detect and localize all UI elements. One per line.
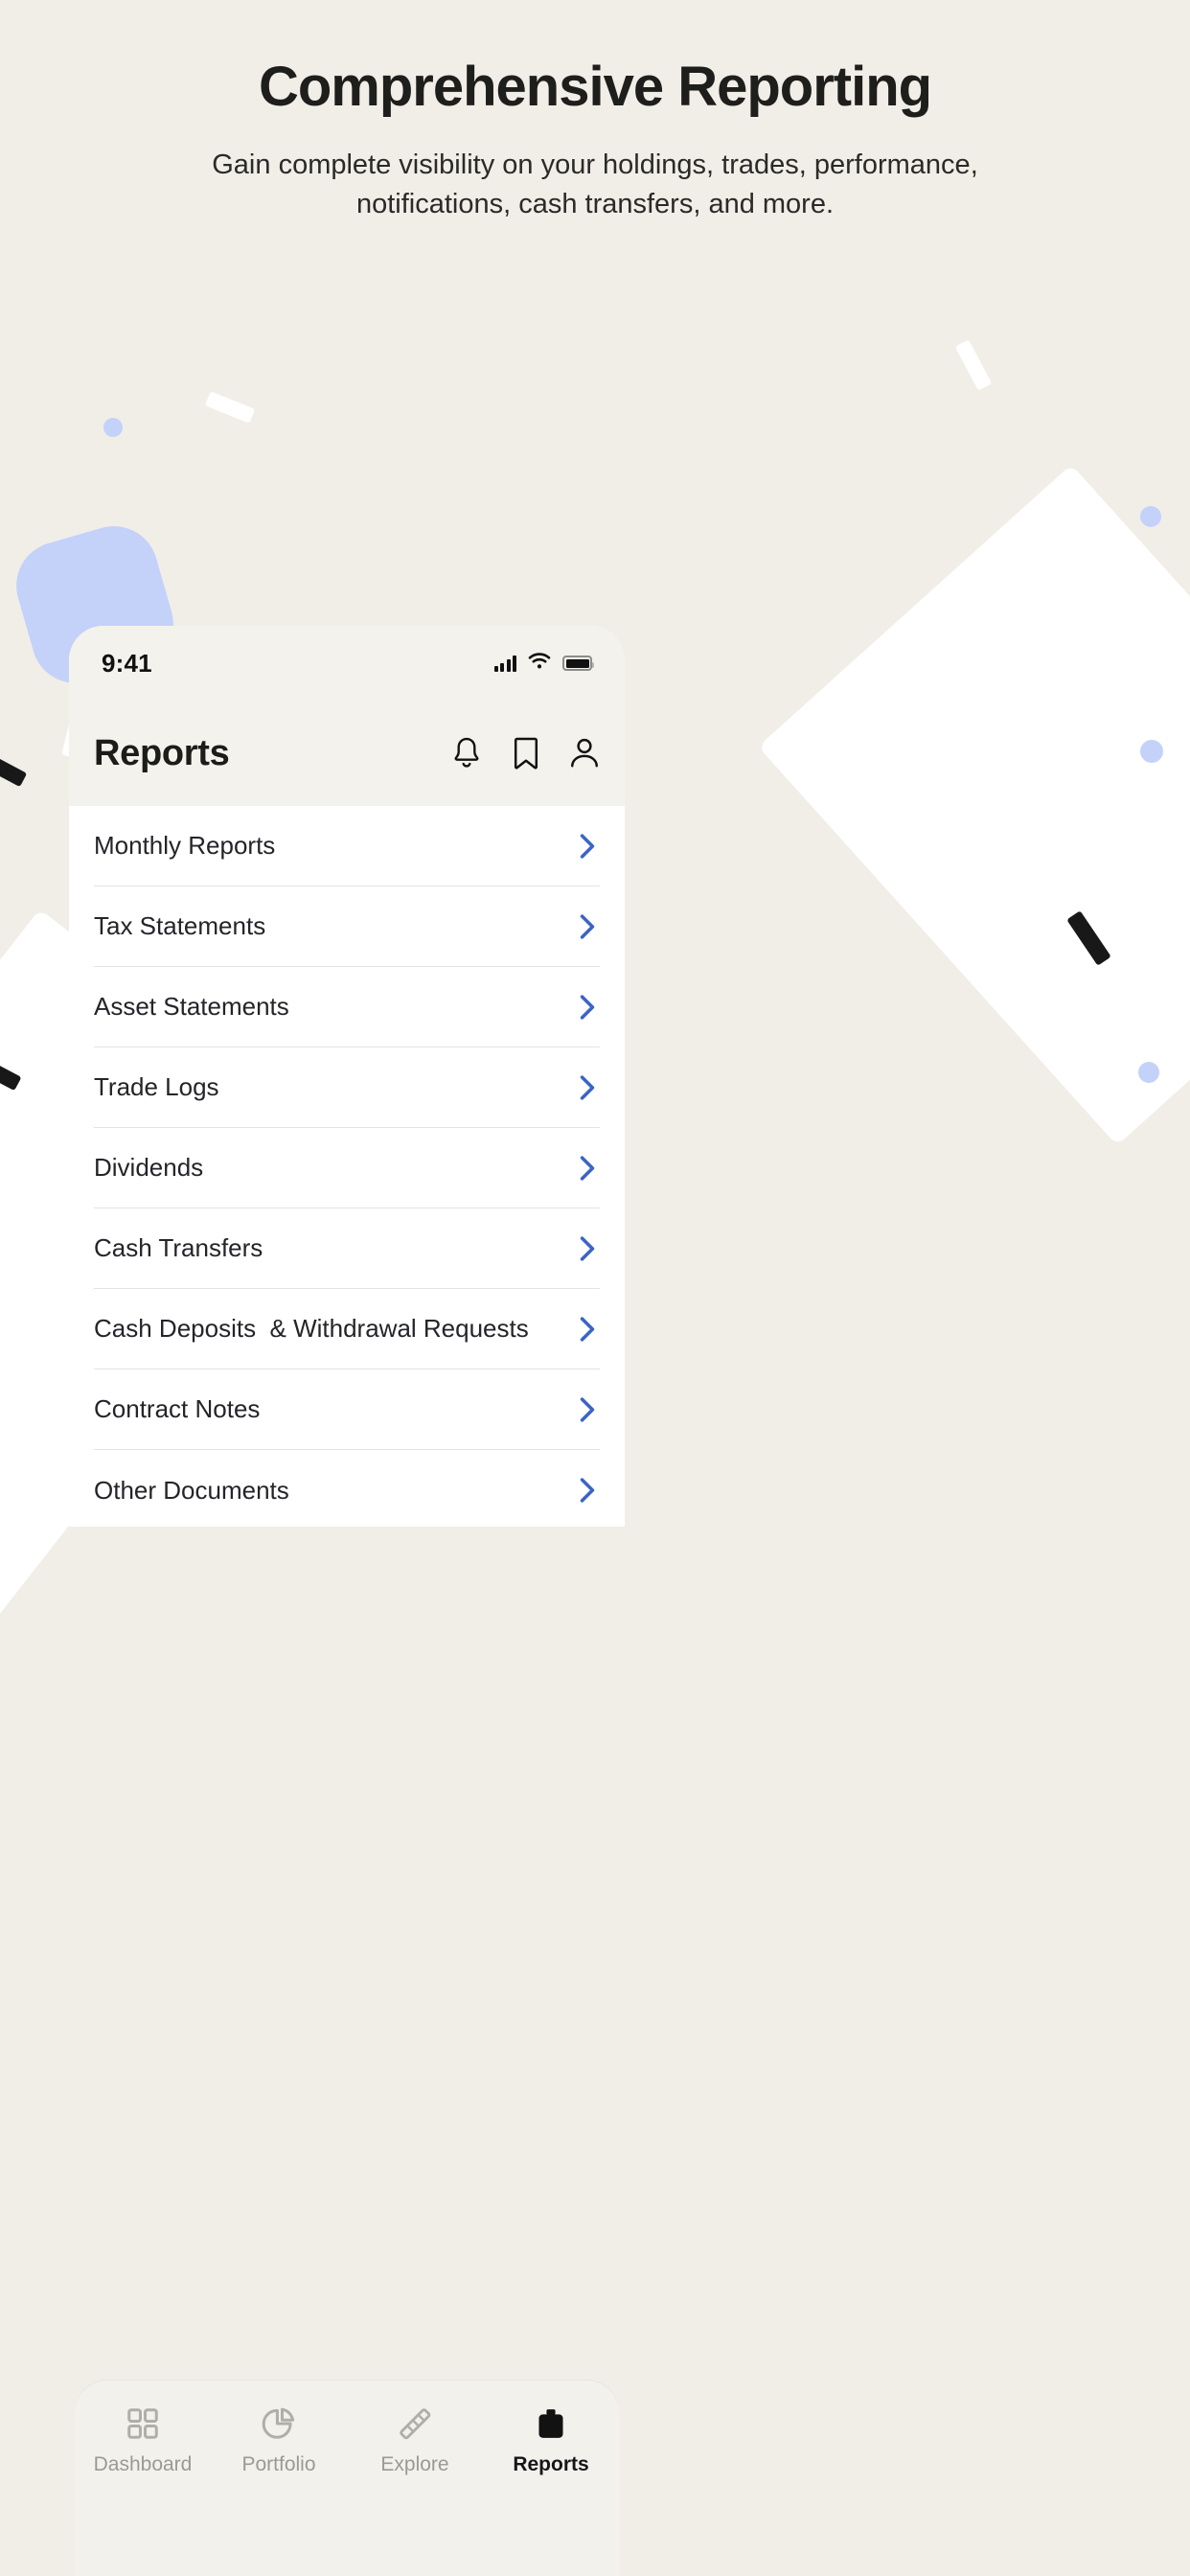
app-bar: Reports: [69, 701, 625, 806]
decorative-dot: [1138, 1062, 1159, 1083]
list-item-label: Trade Logs: [94, 1072, 219, 1101]
chevron-right-icon[interactable]: [575, 832, 600, 861]
list-item-label: Dividends: [94, 1153, 204, 1182]
tab-label: Dashboard: [93, 2453, 193, 2475]
decorative-dot: [103, 418, 123, 437]
telescope-icon: [397, 2405, 433, 2442]
list-item-label: Cash Deposits & Withdrawal Requests: [94, 1314, 529, 1343]
list-item-label: Asset Statements: [94, 992, 289, 1021]
tab-label: Reports: [513, 2453, 589, 2475]
tab-label: Explore: [380, 2453, 449, 2475]
list-item[interactable]: Other Documents: [94, 1450, 600, 1527]
bookmark-icon[interactable]: [512, 736, 540, 770]
briefcase-icon: [533, 2405, 569, 2442]
app-bar-title: Reports: [94, 732, 230, 773]
list-item[interactable]: Tax Statements: [94, 886, 600, 967]
list-item[interactable]: Asset Statements: [94, 967, 600, 1047]
tab-dashboard[interactable]: Dashboard: [75, 2405, 211, 2476]
reports-list: Monthly Reports Tax Statements Asset Sta…: [69, 806, 625, 1527]
decorative-bar: [954, 339, 993, 391]
tab-explore[interactable]: Explore: [347, 2405, 483, 2476]
decorative-white-wedge-right: [758, 464, 1190, 1146]
chevron-right-icon[interactable]: [575, 1234, 600, 1263]
page-subtitle: Gain complete visibility on your holding…: [212, 150, 978, 220]
grid-icon: [125, 2405, 161, 2442]
chevron-right-icon[interactable]: [575, 1395, 600, 1424]
list-item-label: Tax Statements: [94, 911, 266, 940]
hero-section: Comprehensive Reporting Gain complete vi…: [0, 0, 1190, 224]
phone-mockup: 9:41 Reports Monthly Reports Tax Stateme…: [69, 626, 625, 1527]
decorative-bar: [0, 746, 28, 788]
status-bar-icons: [493, 652, 594, 675]
decorative-dot: [1140, 506, 1161, 527]
list-item[interactable]: Contract Notes: [94, 1369, 600, 1450]
pie-chart-icon: [261, 2405, 297, 2442]
app-bar-actions: [450, 736, 600, 770]
cellular-signal-icon: [493, 655, 516, 672]
list-item-label: Monthly Reports: [94, 831, 276, 860]
tab-portfolio[interactable]: Portfolio: [211, 2405, 347, 2476]
profile-person-icon[interactable]: [569, 736, 600, 770]
chevron-right-icon[interactable]: [575, 1073, 600, 1102]
battery-icon: [562, 656, 594, 671]
list-item[interactable]: Monthly Reports: [94, 806, 600, 886]
list-item[interactable]: Cash Transfers: [94, 1208, 600, 1289]
wifi-icon: [528, 652, 551, 675]
list-item-label: Other Documents: [94, 1475, 289, 1505]
list-item-label: Contract Notes: [94, 1394, 261, 1423]
list-item[interactable]: Cash Deposits & Withdrawal Requests: [94, 1289, 600, 1369]
notifications-bell-icon[interactable]: [450, 736, 483, 770]
chevron-right-icon[interactable]: [575, 1154, 600, 1183]
decorative-bar: [204, 391, 256, 424]
phone-header-area: 9:41 Reports: [69, 626, 625, 806]
chevron-right-icon[interactable]: [575, 1315, 600, 1344]
status-bar: 9:41: [69, 626, 625, 701]
decorative-dot: [1140, 740, 1163, 763]
chevron-right-icon[interactable]: [575, 993, 600, 1022]
status-bar-time: 9:41: [102, 648, 152, 678]
page-title: Comprehensive Reporting: [258, 56, 932, 118]
list-item[interactable]: Trade Logs: [94, 1047, 600, 1128]
list-item-label: Cash Transfers: [94, 1233, 263, 1262]
list-item[interactable]: Dividends: [94, 1128, 600, 1208]
tab-reports[interactable]: Reports: [483, 2405, 619, 2476]
bottom-tab-bar: Dashboard Portfolio Explore Reports: [75, 2380, 619, 2576]
tab-label: Portfolio: [241, 2453, 316, 2475]
chevron-right-icon[interactable]: [575, 912, 600, 941]
chevron-right-icon[interactable]: [575, 1476, 600, 1505]
